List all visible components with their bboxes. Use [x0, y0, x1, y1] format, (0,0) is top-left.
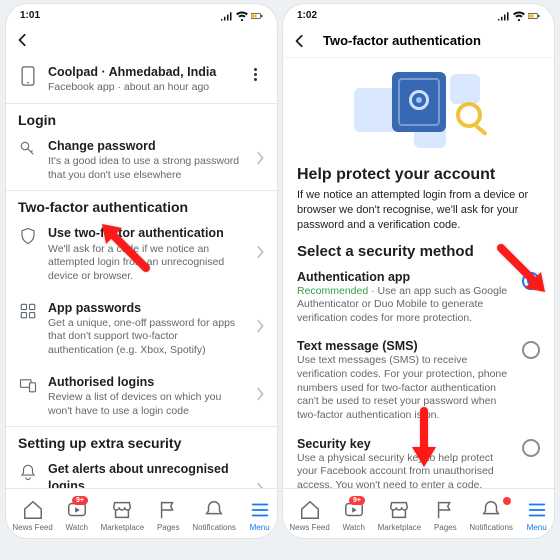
- signal-icon: [498, 11, 510, 21]
- row-title: Use two-factor authentication: [48, 225, 245, 241]
- phone-right-tfa: 1:02 Two-factor authentication Help prot…: [283, 4, 554, 538]
- tab-news-feed[interactable]: News Feed: [12, 499, 52, 532]
- row-title: Change password: [48, 138, 245, 154]
- chevron-right-icon: [255, 319, 265, 333]
- tab-pages[interactable]: Pages: [434, 499, 457, 532]
- bell-icon: [19, 463, 37, 481]
- shield-icon: [19, 227, 37, 245]
- section-extra-security: Setting up extra security: [6, 427, 277, 453]
- tab-news-feed[interactable]: News Feed: [289, 499, 329, 532]
- magnifier-icon: [456, 102, 482, 128]
- row-sub: Get a unique, one-off password for apps …: [48, 317, 245, 358]
- flag-icon: [434, 499, 456, 521]
- status-icons: [498, 11, 540, 21]
- row-sub: It's a good idea to use a strong passwor…: [48, 155, 245, 182]
- bell-icon: [203, 499, 225, 521]
- row-sub: We'll ask for a code if we notice an att…: [48, 243, 245, 284]
- help-protect-body: If we notice an attempted login from a d…: [283, 188, 554, 241]
- nav-bar: Two-factor authentication: [283, 24, 554, 58]
- phone-device-icon: [21, 66, 35, 86]
- status-time: 1:02: [297, 10, 317, 21]
- chevron-left-icon: [16, 33, 30, 47]
- device-row[interactable]: Coolpad · Ahmedabad, India Facebook app …: [6, 56, 277, 103]
- back-button[interactable]: [293, 34, 307, 48]
- recommended-label: Recommended: [297, 285, 368, 297]
- settings-content: Coolpad · Ahmedabad, India Facebook app …: [6, 56, 277, 488]
- method-security-key[interactable]: Security key Use a physical security key…: [283, 431, 554, 488]
- row-app-passwords[interactable]: App passwords Get a unique, one-off pass…: [6, 292, 277, 366]
- tab-marketplace[interactable]: Marketplace: [101, 499, 145, 532]
- tab-watch[interactable]: 9+Watch: [343, 499, 365, 532]
- tab-pages[interactable]: Pages: [157, 499, 180, 532]
- radio-security-key[interactable]: [522, 439, 540, 457]
- tab-bar: News Feed 9+Watch Marketplace Pages Noti…: [6, 488, 277, 538]
- tab-menu[interactable]: Menu: [249, 499, 271, 532]
- row-title: Authorised logins: [48, 374, 245, 390]
- method-title: Text message (SMS): [297, 339, 512, 353]
- chevron-left-icon: [293, 34, 307, 48]
- tab-watch[interactable]: 9+Watch: [66, 499, 88, 532]
- row-authorised-logins[interactable]: Authorised logins Review a list of devic…: [6, 366, 277, 427]
- bell-icon: [480, 499, 502, 521]
- back-button[interactable]: [16, 33, 30, 47]
- chevron-right-icon: [255, 387, 265, 401]
- radio-sms[interactable]: [522, 341, 540, 359]
- status-time: 1:01: [20, 10, 40, 21]
- tfa-content: Help protect your account If we notice a…: [283, 58, 554, 488]
- section-two-factor: Two-factor authentication: [6, 191, 277, 217]
- device-row-sub: Facebook app · about an hour ago: [48, 81, 235, 95]
- battery-icon: [528, 11, 540, 21]
- row-login-alerts[interactable]: Get alerts about unrecognised logins We'…: [6, 453, 277, 488]
- row-title: App passwords: [48, 300, 245, 316]
- method-title: Security key: [297, 437, 512, 451]
- battery-icon: [251, 11, 263, 21]
- section-login: Login: [6, 104, 277, 130]
- devices-icon: [19, 376, 37, 394]
- menu-icon: [249, 499, 271, 521]
- phone-left-settings: 1:01 Coolpad · Ahmedabad, India Facebook…: [6, 4, 277, 538]
- tab-notifications[interactable]: Notifications: [469, 499, 513, 532]
- wifi-icon: [236, 11, 248, 21]
- hero-illustration: [283, 58, 554, 158]
- key-icon: [19, 140, 37, 158]
- tab-notifications[interactable]: Notifications: [192, 499, 236, 532]
- safe-icon: [392, 72, 446, 132]
- nav-bar: [6, 24, 277, 56]
- badge: 9+: [72, 496, 88, 505]
- row-title: Get alerts about unrecognised logins: [48, 461, 245, 488]
- method-authentication-app[interactable]: Authentication app Recommended · Use an …: [283, 264, 554, 334]
- market-icon: [388, 499, 410, 521]
- apps-icon: [19, 302, 37, 320]
- row-use-two-factor[interactable]: Use two-factor authentication We'll ask …: [6, 217, 277, 291]
- more-button[interactable]: [245, 64, 265, 84]
- badge: 9+: [349, 496, 365, 505]
- signal-icon: [221, 11, 233, 21]
- row-sub: Review a list of devices on which you wo…: [48, 391, 245, 418]
- radio-authentication-app[interactable]: [522, 272, 540, 290]
- method-sms[interactable]: Text message (SMS) Use text messages (SM…: [283, 333, 554, 430]
- notification-dot: [503, 497, 511, 505]
- device-row-title: Coolpad · Ahmedabad, India: [48, 64, 235, 80]
- chevron-right-icon: [255, 245, 265, 259]
- tab-menu[interactable]: Menu: [526, 499, 548, 532]
- menu-icon: [526, 499, 548, 521]
- home-icon: [22, 499, 44, 521]
- status-icons: [221, 11, 263, 21]
- help-protect-heading: Help protect your account: [283, 158, 554, 188]
- method-desc: Use text messages (SMS) to receive verif…: [297, 354, 512, 422]
- tab-marketplace[interactable]: Marketplace: [378, 499, 422, 532]
- wifi-icon: [513, 11, 525, 21]
- row-change-password[interactable]: Change password It's a good idea to use …: [6, 130, 277, 191]
- tab-bar: News Feed 9+Watch Marketplace Pages Noti…: [283, 488, 554, 538]
- market-icon: [111, 499, 133, 521]
- status-bar: 1:02: [283, 4, 554, 24]
- home-icon: [299, 499, 321, 521]
- method-desc: Use a physical security key to help prot…: [297, 452, 512, 488]
- method-title: Authentication app: [297, 270, 512, 284]
- status-bar: 1:01: [6, 4, 277, 24]
- select-method-heading: Select a security method: [283, 241, 554, 264]
- flag-icon: [157, 499, 179, 521]
- chevron-right-icon: [255, 151, 265, 165]
- nav-title: Two-factor authentication: [323, 33, 481, 48]
